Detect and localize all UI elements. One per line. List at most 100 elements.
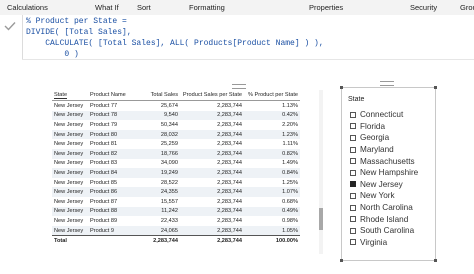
cell-product-sales-per-state: 2,283,744 [217, 160, 242, 167]
formula-line-3: CALCULATE( [Total Sales], ALL( Products[… [26, 39, 324, 48]
cell-total-sales: 18,766 [140, 148, 180, 159]
table-row[interactable]: New Jersey Product 79 50,344 2,283,744 2.20% [52, 120, 300, 130]
cell-product-name: Product 83 [90, 160, 118, 167]
resize-handle[interactable] [434, 86, 437, 89]
resize-handle[interactable] [340, 86, 343, 89]
visual-drag-handle[interactable] [232, 84, 246, 89]
column-header-percent-product-per-state[interactable]: % Product per State [244, 90, 300, 101]
cell-product-name: Product 82 [88, 148, 140, 159]
column-header-product-sales-per-state[interactable]: Product Sales per State [180, 90, 244, 101]
slicer-item[interactable]: New York [350, 190, 418, 202]
slicer-checkbox[interactable] [350, 192, 356, 199]
ribbon-tab-what-if[interactable]: What If [95, 0, 119, 15]
formula-line-1: % Product per State = [26, 17, 127, 26]
cell-total-sales: 50,344 [160, 121, 178, 128]
ribbon-tab-formatting[interactable]: Formatting [189, 0, 225, 15]
ribbon-tab-security[interactable]: Security [410, 0, 437, 15]
table-row[interactable]: New Jersey Product 87 15,557 2,283,744 0.68% [52, 197, 300, 207]
cell-percent-product-per-state: 0.98% [282, 217, 298, 224]
slicer-item[interactable]: North Carolina [350, 202, 418, 214]
resize-handle[interactable] [434, 259, 437, 262]
table-row[interactable]: New Jersey Product 89 22,433 2,283,744 0.98% [52, 216, 300, 226]
table-scrollbar-thumb[interactable] [319, 208, 323, 230]
cell-total-sales: 24,355 [140, 187, 180, 197]
cell-product-sales-per-state: 2,283,744 [180, 148, 244, 159]
slicer-item-label: Connecticut [360, 110, 404, 120]
slicer-checkbox[interactable] [350, 158, 356, 165]
total-cell-state: Total [52, 235, 88, 247]
column-header-total-sales[interactable]: Total Sales [140, 90, 180, 101]
slicer-item-label: Georgia [360, 133, 390, 143]
cell-product-sales-per-state: 2,283,744 [217, 198, 242, 205]
cell-product-sales-per-state: 2,283,744 [217, 141, 242, 148]
table-row[interactable]: New Jersey Product 9 24,065 2,283,744 1.05% [52, 225, 300, 236]
table-scrollbar[interactable] [319, 90, 323, 254]
cell-product-sales-per-state: 2,283,744 [180, 225, 244, 236]
commit-formula-button[interactable] [0, 15, 23, 59]
table-row[interactable]: New Jersey Product 88 11,242 2,283,744 0.49% [52, 206, 300, 217]
total-cell-product-name [88, 235, 140, 247]
slicer-checkbox[interactable] [350, 134, 356, 141]
cell-total-sales: 11,242 [140, 206, 180, 217]
slicer-checkbox[interactable] [350, 227, 356, 234]
table-row[interactable]: New Jersey Product 83 34,090 2,283,744 1.49% [52, 159, 300, 169]
slicer-checkbox[interactable] [350, 216, 356, 223]
table-row[interactable]: New Jersey Product 84 19,249 2,283,744 0.84% [52, 168, 300, 178]
ribbon-tab-groups[interactable]: Groups [460, 0, 474, 15]
slicer-checkbox[interactable] [350, 146, 356, 153]
table-row[interactable]: New Jersey Product 78 9,540 2,283,744 0.42% [52, 110, 300, 121]
cell-percent-product-per-state: 1.23% [244, 129, 300, 140]
column-header-product-name[interactable]: Product Name [88, 90, 140, 101]
column-header-state[interactable]: State [52, 90, 88, 101]
slicer-item[interactable]: Virginia [350, 237, 418, 249]
cell-product-sales-per-state: 2,283,744 [180, 168, 244, 178]
total-cell-product-sales-per-state: 2,283,744 [180, 235, 244, 247]
cell-total-sales: 28,032 [140, 129, 180, 140]
cell-state: New Jersey [52, 110, 88, 121]
slicer-item-label: New York [360, 191, 395, 201]
slicer-checkbox[interactable] [350, 169, 356, 176]
table-row[interactable]: New Jersey Product 81 25,259 2,283,744 1.11% [52, 139, 300, 149]
data-table: State Product Name Total Sales Product S… [52, 90, 300, 247]
table-visual[interactable]: State Product Name Total Sales Product S… [52, 84, 323, 270]
resize-handle[interactable] [340, 259, 343, 262]
slicer-item[interactable]: Florida [350, 121, 418, 133]
cell-product-name: Product 9 [88, 225, 140, 236]
slicer-checkbox[interactable] [350, 123, 356, 130]
cell-state: New Jersey [52, 129, 88, 140]
table-total-row: Total 2,283,744 2,283,744 100.00% [52, 235, 300, 247]
slicer-item-label: Maryland [360, 145, 394, 155]
table-row[interactable]: New Jersey Product 86 24,355 2,283,744 1.07% [52, 187, 300, 197]
cell-percent-product-per-state: 0.82% [244, 148, 300, 159]
slicer-item[interactable]: Georgia [350, 132, 418, 144]
total-cell-total-sales: 2,283,744 [140, 235, 180, 247]
cell-total-sales: 19,249 [140, 168, 180, 178]
table-row[interactable]: New Jersey Product 85 28,522 2,283,744 1.25% [52, 178, 300, 188]
slicer-drag-handle[interactable] [380, 81, 394, 86]
checkmark-icon [4, 22, 16, 31]
slicer-item[interactable]: New Jersey [350, 179, 418, 191]
table-row[interactable]: New Jersey Product 77 25,674 2,283,744 1.13% [52, 101, 300, 111]
cell-state: New Jersey [54, 141, 84, 148]
formula-editor[interactable]: % Product per State = DIVIDE( [Total Sal… [26, 16, 324, 60]
slicer-checkbox[interactable] [350, 204, 356, 211]
slicer-item[interactable]: New Hampshire [350, 167, 418, 179]
ribbon-tab-sort[interactable]: Sort [137, 0, 151, 15]
slicer-checkbox[interactable] [350, 239, 356, 246]
ribbon-tab-properties[interactable]: Properties [309, 0, 343, 15]
slicer-item-label: New Hampshire [360, 168, 419, 178]
slicer-checkbox[interactable] [350, 181, 356, 188]
slicer-item[interactable]: Rhode Island [350, 213, 418, 225]
slicer-item[interactable]: South Carolina [350, 225, 418, 237]
cell-percent-product-per-state: 0.49% [244, 206, 300, 217]
slicer-item[interactable]: Massachusetts [350, 155, 418, 167]
ribbon-tab-calculations[interactable]: Calculations [7, 0, 48, 15]
table-row[interactable]: New Jersey Product 82 18,766 2,283,744 0.82% [52, 148, 300, 159]
slicer-item-label: New Jersey [360, 179, 403, 189]
state-slicer[interactable]: State Connecticut Florida Georgia Maryland M… [340, 81, 437, 262]
slicer-checkbox[interactable] [350, 111, 356, 118]
cell-percent-product-per-state: 0.84% [244, 168, 300, 178]
slicer-item[interactable]: Connecticut [350, 109, 418, 121]
slicer-item[interactable]: Maryland [350, 144, 418, 156]
table-row[interactable]: New Jersey Product 80 28,032 2,283,744 1.23% [52, 129, 300, 140]
